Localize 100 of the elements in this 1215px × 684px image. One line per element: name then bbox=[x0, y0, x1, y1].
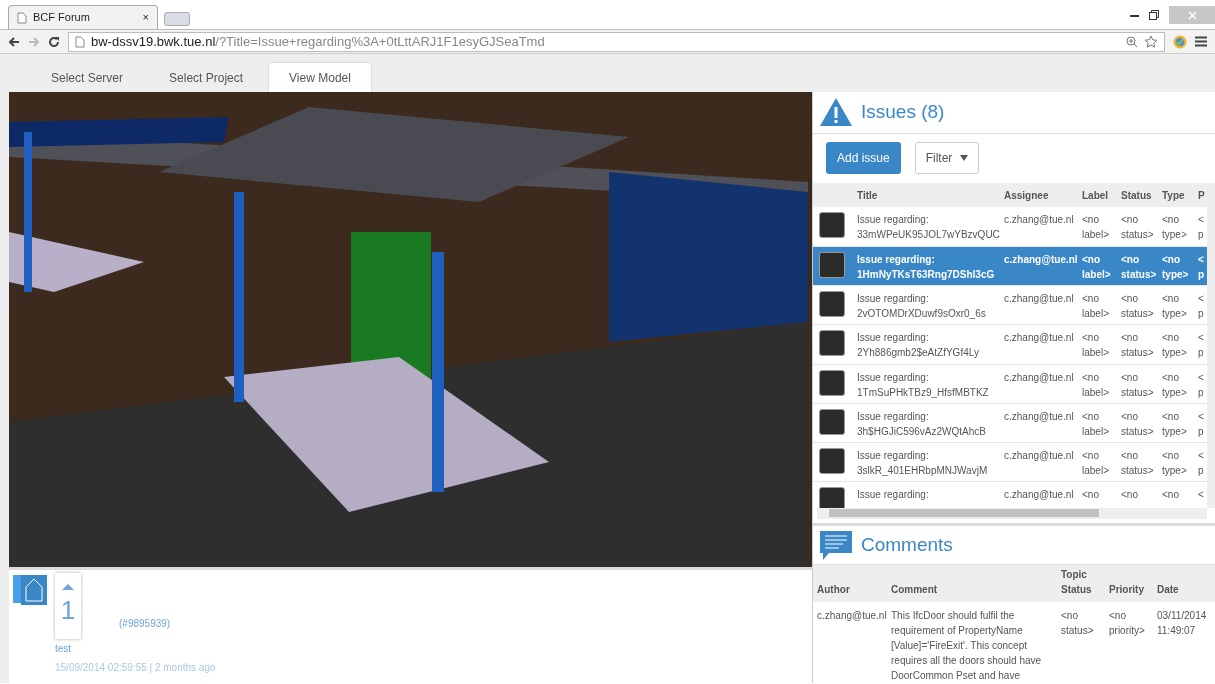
table-cell: c.zhang@tue.nl bbox=[1004, 371, 1074, 383]
thumbnail-image bbox=[819, 448, 845, 475]
issue-row[interactable]: Issue regarding: 1TmSuPHkTBz9_HfsfMBTKZ c.zhang@tue.nl <no label> <no status> <no type> < p bbox=[813, 364, 1207, 404]
column-header: Status bbox=[1121, 188, 1153, 203]
issue-row[interactable]: Issue regarding: 2Yh886gmb2$eAtZfYGf4Ly c.zhang@tue.nl <no label> <no status> <no type> < p bbox=[813, 325, 1207, 365]
table-cell: < p bbox=[1198, 214, 1204, 241]
horizontal-scrollbar[interactable] bbox=[817, 507, 1207, 519]
table-cell: <no status> bbox=[1121, 292, 1154, 319]
table-cell: <no type> bbox=[1162, 450, 1187, 477]
table-cell: Issue regarding: 33mWPeUK95JOL7wYBzvQUC bbox=[857, 214, 1000, 241]
table-cell: <no status> bbox=[1121, 332, 1154, 359]
table-cell: Issue regarding: 1TmSuPHkTBz9_HfsfMBTKZ bbox=[857, 371, 989, 398]
table-cell: <no type> bbox=[1162, 292, 1187, 319]
column-header: Topic Status bbox=[1061, 569, 1092, 595]
nav-tab[interactable]: Select Project bbox=[148, 62, 265, 92]
column-header: Author bbox=[817, 584, 850, 595]
table-cell: <no type> bbox=[1162, 253, 1189, 280]
post-text: test bbox=[55, 642, 73, 656]
address-bar[interactable]: bw-dssv19.bwk.tue.nl/?Title=Issue+regarding%3A+0tLttARJ1F1esyGJSeaTmd bbox=[68, 31, 1165, 52]
house-icon bbox=[13, 573, 47, 605]
column-header: Priority bbox=[1109, 584, 1144, 595]
table-cell: < p bbox=[1198, 371, 1204, 398]
warning-icon bbox=[819, 97, 853, 128]
browser-tab[interactable]: BCF Forum × bbox=[8, 5, 158, 29]
column-header: Comment bbox=[891, 584, 938, 595]
table-cell: Issue regarding: bbox=[857, 489, 929, 501]
table-cell: c.zhang@tue.nl bbox=[817, 610, 887, 621]
post-timestamp: 15/09/2014 02:59:55 | 2 months ago bbox=[55, 661, 216, 675]
table-cell: c.zhang@tue.nl bbox=[1004, 292, 1074, 304]
tab-title: BCF Forum bbox=[33, 10, 91, 26]
thumbnail-image bbox=[819, 330, 845, 357]
column-header: Type bbox=[1162, 188, 1186, 203]
table-cell: <no label> bbox=[1082, 410, 1109, 437]
thumbnail-image bbox=[819, 369, 845, 396]
table-cell: < p bbox=[1198, 253, 1205, 280]
column-header: Title bbox=[857, 188, 879, 203]
table-cell: Issue regarding: 1HmNyTKsT63Rng7DShl3cG bbox=[857, 253, 995, 280]
table-cell: <no priority> bbox=[1109, 610, 1145, 636]
extension-icon[interactable] bbox=[1173, 34, 1187, 49]
add-issue-button[interactable]: Add issue bbox=[826, 142, 901, 175]
table-cell: < p bbox=[1198, 332, 1204, 359]
vote-count: 1 bbox=[60, 597, 76, 623]
filter-dropdown[interactable]: Filter bbox=[914, 142, 980, 175]
menu-icon[interactable] bbox=[1195, 36, 1207, 47]
table-cell: c.zhang@tue.nl bbox=[1004, 253, 1078, 265]
column-header: Date bbox=[1157, 584, 1179, 595]
thumbnail-image bbox=[819, 487, 845, 508]
back-icon[interactable] bbox=[8, 35, 20, 48]
thumbnail-image bbox=[819, 212, 845, 239]
table-cell: <no label> bbox=[1082, 450, 1109, 477]
table-cell: < bbox=[1198, 489, 1204, 501]
thumbnail-image bbox=[819, 290, 845, 317]
nav-tab[interactable]: Select Server bbox=[30, 62, 145, 92]
issue-row[interactable]: Issue regarding: 3slkR_401EHRbpMNJWavjM c.zhang@tue.nl <no label> <no status> <no type> < p bbox=[813, 443, 1207, 483]
table-cell: <no type> bbox=[1162, 371, 1187, 398]
table-cell: 03/11/2014 11:49:07 bbox=[1157, 610, 1207, 636]
star-icon[interactable] bbox=[1144, 35, 1158, 48]
table-cell: <no label> bbox=[1082, 332, 1109, 359]
restore-icon[interactable] bbox=[1149, 10, 1159, 20]
table-cell: <no status> bbox=[1061, 610, 1094, 636]
minimize-icon[interactable] bbox=[1130, 13, 1139, 17]
thumbnail-image bbox=[819, 251, 845, 278]
issue-row[interactable]: Issue regarding: 1HmNyTKsT63Rng7DShl3cG c.zhang@tue.nl <no label> <no status> <no type> < p bbox=[813, 246, 1207, 286]
column-header: Label bbox=[1082, 188, 1110, 203]
table-cell: Issue regarding: 2Yh886gmb2$eAtZfYGf4Ly bbox=[857, 332, 979, 359]
table-cell: <no status> bbox=[1121, 450, 1154, 477]
table-cell: <no type> bbox=[1162, 332, 1187, 359]
issue-row[interactable]: Issue regarding: 33mWPeUK95JOL7wYBzvQUC c.zhang@tue.nl <no label> <no status> <no type> < p bbox=[813, 207, 1207, 247]
table-cell: <no status> bbox=[1121, 371, 1154, 398]
close-icon bbox=[1187, 10, 1197, 20]
table-cell: <no type> bbox=[1162, 410, 1187, 437]
table-cell: <no label> bbox=[1082, 371, 1109, 398]
page-icon bbox=[17, 11, 27, 24]
upvote-icon[interactable] bbox=[62, 583, 74, 591]
comments-heading: Comments bbox=[861, 532, 953, 557]
table-cell: <no label> bbox=[1082, 214, 1109, 241]
caret-icon bbox=[960, 155, 969, 162]
table-cell: Issue regarding: 3slkR_401EHRbpMNJWavjM bbox=[857, 450, 988, 477]
table-cell: <no bbox=[1121, 489, 1138, 501]
issue-row[interactable]: Issue regarding: 2vOTOMDrXDuwf9sOxr0_6s c.zhang@tue.nl <no label> <no status> <no type> < p bbox=[813, 285, 1207, 326]
issue-row[interactable]: Issue regarding: 3h$HGJiC596vAz2WQtAhcB c.zhang@tue.nl <no label> <no status> <no type> < p bbox=[813, 403, 1207, 444]
table-cell: <no status> bbox=[1121, 214, 1154, 241]
table-cell: Issue regarding: 3h$HGJiC596vAz2WQtAhcB bbox=[857, 410, 986, 437]
table-cell: <no status> bbox=[1121, 410, 1154, 437]
zoom-icon[interactable] bbox=[1126, 35, 1138, 48]
table-cell: Issue regarding: 2vOTOMDrXDuwf9sOxr0_6s bbox=[857, 292, 986, 319]
reload-icon[interactable] bbox=[48, 35, 60, 48]
table-cell: <no bbox=[1162, 489, 1179, 501]
table-cell: c.zhang@tue.nl bbox=[1004, 410, 1074, 422]
table-cell: c.zhang@tue.nl bbox=[1004, 332, 1074, 344]
nav-tab[interactable]: View Model bbox=[268, 62, 372, 92]
column-header: Assignee bbox=[1004, 188, 1050, 203]
table-cell: <no label> bbox=[1082, 292, 1109, 319]
issues-heading: Issues (8) bbox=[861, 100, 945, 125]
table-cell: c.zhang@tue.nl bbox=[1004, 214, 1074, 226]
speech-bubble-icon bbox=[819, 528, 853, 561]
tab-close-button[interactable]: × bbox=[142, 9, 149, 26]
table-cell: < p bbox=[1198, 292, 1204, 319]
vertical-scrollbar[interactable] bbox=[1207, 207, 1215, 508]
table-cell: c.zhang@tue.nl bbox=[1004, 450, 1074, 462]
